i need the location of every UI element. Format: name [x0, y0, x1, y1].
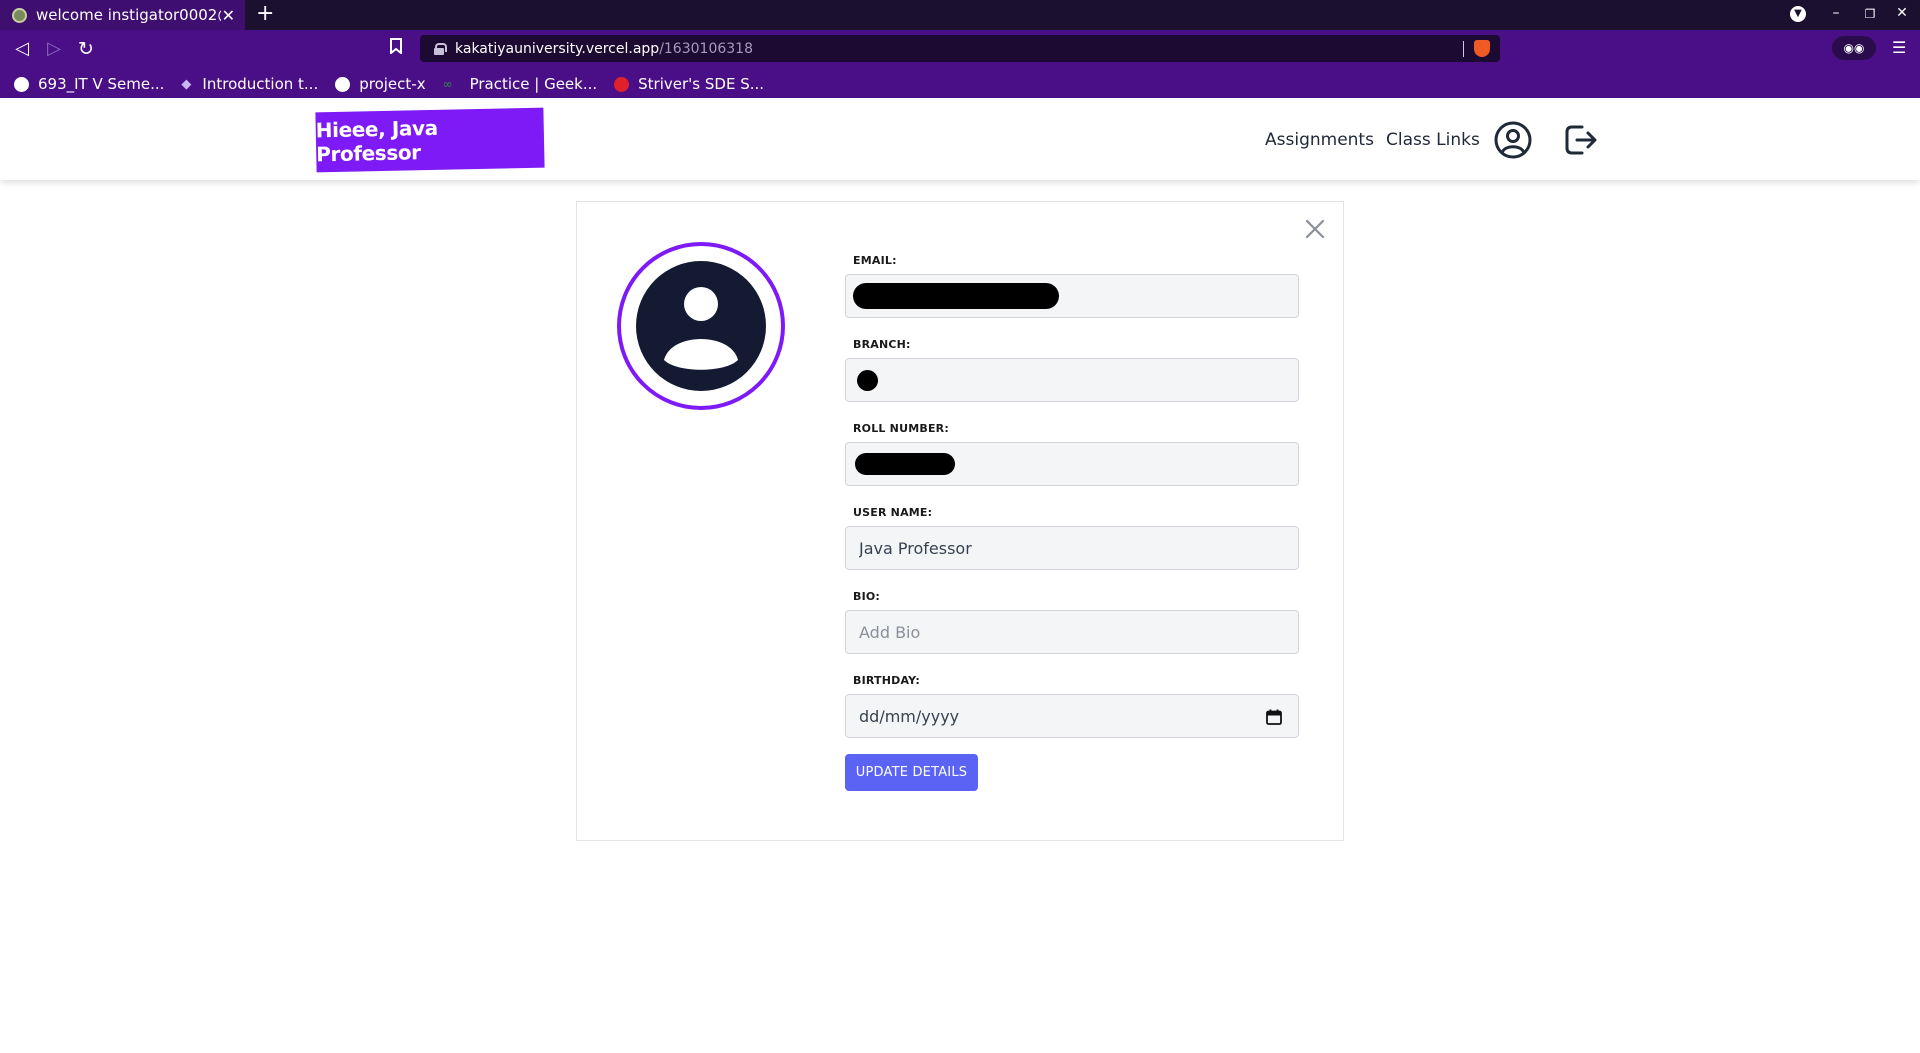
bookmark-item[interactable]: 693_IT V Seme... — [14, 75, 164, 93]
bookmark-item[interactable]: ∞ Practice | Geek... — [443, 75, 598, 93]
bookmark-page-icon[interactable] — [389, 38, 406, 58]
branch-label: BRANCH: — [853, 338, 911, 351]
nav-link-assignments[interactable]: Assignments — [1265, 130, 1374, 150]
roll-number-label: ROLL NUMBER: — [853, 422, 949, 435]
globe-icon — [14, 76, 29, 92]
branch-field[interactable] — [845, 358, 1299, 402]
brand-logo[interactable]: Hieee, Java Professor — [315, 107, 545, 173]
redacted-email — [853, 283, 1059, 309]
birthday-placeholder: dd/mm/yyyy — [859, 706, 960, 726]
bookmark-item[interactable]: ◆ Introduction t... — [181, 75, 318, 93]
bookmark-label: Introduction t... — [202, 75, 319, 93]
profile-form: EMAIL: BRANCH: ROLL NUMBER: USER NAME: B… — [845, 254, 1299, 791]
profile-card: EMAIL: BRANCH: ROLL NUMBER: USER NAME: B… — [576, 201, 1344, 841]
tab-title: welcome instigator0002@ — [36, 6, 221, 24]
roll-number-field[interactable] — [845, 442, 1299, 486]
back-icon[interactable]: ◁ — [10, 38, 34, 59]
url-path: /1630106318 — [659, 40, 753, 57]
bookmark-item[interactable]: Striver's SDE S... — [614, 75, 764, 93]
browser-tab-strip: welcome instigator0002@ ✕ + ▼ – ❐ ✕ — [0, 0, 1920, 30]
email-label: EMAIL: — [853, 254, 897, 267]
window-close-icon[interactable]: ✕ — [1893, 5, 1911, 21]
address-bar-divider — [1463, 41, 1464, 57]
ethereum-icon: ◆ — [181, 76, 192, 92]
email-field[interactable] — [845, 274, 1299, 318]
new-tab-button[interactable]: + — [256, 3, 274, 25]
browser-tab[interactable]: welcome instigator0002@ ✕ — [0, 0, 245, 30]
geeksforgeeks-icon: ∞ — [442, 76, 453, 91]
update-details-button[interactable]: UPDATE DETAILS — [845, 754, 978, 791]
app-navbar: Hieee, Java Professor Assignments Class … — [0, 100, 1920, 180]
redacted-roll-number — [855, 453, 955, 475]
user-name-field[interactable] — [845, 526, 1299, 570]
takeuforward-icon — [614, 76, 630, 92]
birthday-label: BIRTHDAY: — [853, 674, 920, 687]
user-name-input[interactable] — [859, 538, 1239, 558]
birthday-field[interactable]: dd/mm/yyyy — [845, 694, 1299, 738]
bookmark-item[interactable]: project-x — [335, 75, 426, 93]
forward-icon[interactable]: ▷ — [42, 38, 66, 59]
avatar — [617, 242, 785, 410]
restore-icon[interactable]: ❐ — [1861, 7, 1879, 21]
bio-input[interactable] — [859, 622, 1239, 642]
private-glasses-icon[interactable]: ◉◉ — [1832, 36, 1876, 60]
hamburger-menu-icon[interactable]: ☰ — [1892, 38, 1906, 57]
calendar-icon[interactable] — [1266, 709, 1282, 725]
logout-icon[interactable] — [1563, 122, 1599, 158]
lock-icon — [434, 43, 447, 55]
github-icon — [335, 76, 351, 92]
close-icon[interactable] — [1304, 218, 1326, 240]
bookmark-label: Practice | Geek... — [469, 75, 598, 93]
bio-label: BIO: — [853, 590, 881, 603]
bookmark-label: 693_IT V Seme... — [38, 75, 165, 93]
address-bar[interactable]: kakatiyauniversity.vercel.app/1630106318 — [420, 35, 1500, 62]
tab-close-icon[interactable]: ✕ — [222, 6, 235, 25]
url-host: kakatiyauniversity.vercel.app — [455, 40, 660, 57]
brave-shields-icon[interactable] — [1474, 40, 1490, 57]
bookmarks-bar: 693_IT V Seme... ◆ Introduction t... pro… — [0, 70, 1920, 98]
browser-menu-dropdown-icon[interactable]: ▼ — [1790, 6, 1806, 22]
bio-field[interactable] — [845, 610, 1299, 654]
bookmark-label: Striver's SDE S... — [638, 75, 765, 93]
user-name-label: USER NAME: — [853, 506, 933, 519]
brand-greeting: Hieee, Java Professor — [315, 115, 438, 167]
reload-icon[interactable]: ↻ — [74, 38, 98, 60]
redacted-branch — [857, 369, 878, 391]
bookmark-label: project-x — [359, 75, 426, 93]
minimize-icon[interactable]: – — [1827, 5, 1845, 21]
user-profile-icon[interactable] — [1494, 121, 1532, 159]
nav-link-class-links[interactable]: Class Links — [1386, 130, 1480, 150]
tab-favicon-icon — [12, 7, 27, 23]
